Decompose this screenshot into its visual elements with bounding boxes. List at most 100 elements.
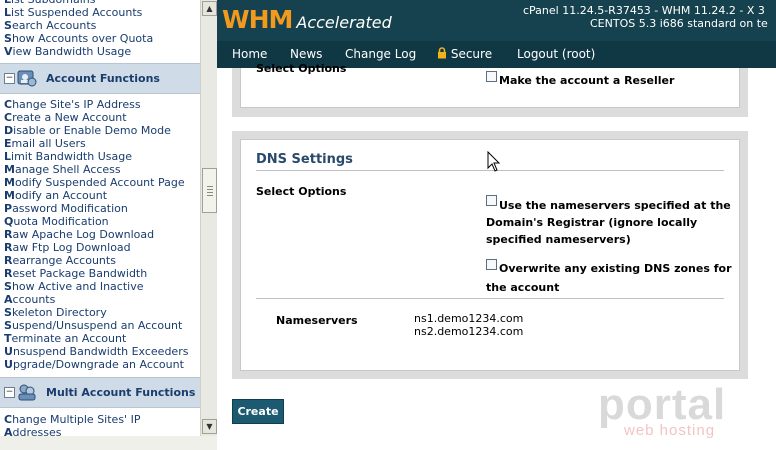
os-info: CENTOS 5.3 i686 standard on te [590,17,768,30]
account_items-link[interactable]: Limit Bandwidth Usage [0,150,200,163]
account_items-link[interactable]: Upgrade/Downgrade an Account [0,358,200,371]
dns-settings-title: DNS Settings [256,152,353,167]
link-accesskey: Q [4,215,14,228]
multi_items-link[interactable]: Change Multiple Sites' IP [0,413,200,426]
link-label: erminate an Account [11,332,127,345]
collapse-icon[interactable]: − [4,387,15,398]
account_items-link[interactable]: Email all Users [0,137,200,150]
account_items-link[interactable]: Unsuspend Bandwidth Exceeders [0,345,200,358]
nav-home[interactable]: Home [232,47,267,61]
link-accesskey: M [4,176,15,189]
whm-logo: WHM Accelerated [222,5,392,34]
mouse-cursor-icon [487,151,501,172]
nav-changelog[interactable]: Change Log [345,47,416,61]
nameservers-divider [256,298,724,299]
option1-line2: Domain's Registrar (ignore locally [486,216,698,229]
multi-account-functions-header[interactable]: − Multi Account Functions [0,377,200,408]
multi-account-functions-icon [18,384,36,401]
account_items-link[interactable]: Change Site's IP Address [0,98,200,111]
account_items-link[interactable]: Raw Apache Log Download [0,228,200,241]
link-label: aw Ftp Log Download [12,241,131,254]
sidebar: List SubdomainsList Suspended AccountsSe… [0,0,200,436]
version-info: cPanel 11.24.5-R37453 - WHM 11.24.2 - X … [523,4,765,17]
collapse-icon[interactable]: − [4,73,15,84]
multi-account-functions-title: Multi Account Functions [46,386,196,399]
option2-line2: the account [486,281,560,294]
link-label: assword Modification [12,202,128,215]
link-label: anage Shell Access [14,163,121,176]
account_items-link[interactable]: Rearrange Accounts [0,254,200,267]
scroll-up-icon[interactable]: ▲ [202,1,217,16]
link-accesskey: S [4,306,12,319]
account_items-link[interactable]: Show Active and Inactive [0,280,200,293]
nameservers-label: Nameservers [276,314,358,327]
link-label: ddresses [12,426,62,436]
link-accesskey: S [4,32,12,45]
account_items-link[interactable]: Quota Modification [0,215,200,228]
link-label: reate a New Account [12,111,127,124]
account_items-link[interactable]: Reset Package Bandwidth [0,267,200,280]
link-label: odify Suspended Account Page [14,176,185,189]
account_items-link[interactable]: Terminate an Account [0,332,200,345]
account_items-link[interactable]: Raw Ftp Log Download [0,241,200,254]
create-button[interactable]: Create [232,399,284,424]
account_items-link[interactable]: Accounts [0,293,200,306]
account_items-link[interactable]: Modify Suspended Account Page [0,176,200,189]
link-label: iew Bandwidth Usage [12,45,132,58]
link-accesskey: S [4,280,12,293]
dns-select-options-label: Select Options [256,185,347,198]
link-label: uspend/Unsuspend an Account [11,319,183,332]
account_items-link[interactable]: Modify an Account [0,189,200,202]
account_items-link[interactable]: Skeleton Directory [0,306,200,319]
link-accesskey: E [4,137,12,150]
link-accesskey: A [4,426,13,436]
link-label: nsuspend Bandwidth Exceeders [12,345,189,358]
option1-line3: specified nameservers) [486,233,631,246]
link-accesskey: S [4,319,12,332]
account-functions-title: Account Functions [46,72,160,85]
link-accesskey: C [4,111,13,124]
link-accesskey: L [4,6,12,19]
sidebar-scrollbar[interactable]: ▲ ▼ [200,0,217,436]
account_items-link[interactable]: Create a New Account [0,111,200,124]
multi_items-link[interactable]: Addresses [0,426,200,436]
top_items-link[interactable]: View Bandwidth Usage [0,45,200,58]
nav-secure[interactable]: Secure [437,47,492,61]
nav-news[interactable]: News [290,47,322,61]
top_items-link[interactable]: Search Accounts [0,19,200,32]
link-label: aw Apache Log Download [12,228,155,241]
link-label: odify an Account [14,189,108,202]
link-label: eset Package Bandwidth [12,267,148,280]
nav-logout[interactable]: Logout (root) [517,47,595,61]
account_items-link[interactable]: Manage Shell Access [0,163,200,176]
reseller-checkbox[interactable] [486,71,497,82]
account_items-link[interactable]: Disable or Enable Demo Mode [0,124,200,137]
link-label: hange Site's IP Address [12,98,141,111]
use-registrar-nameservers-checkbox[interactable] [486,195,497,206]
top_items-link[interactable]: List Suspended Accounts [0,6,200,19]
link-accesskey: A [4,293,13,306]
sidebar-top-list: List SubdomainsList Suspended AccountsSe… [0,0,200,58]
account_items-link[interactable]: Suspend/Unsuspend an Account [0,319,200,332]
account_items-link[interactable]: Password Modification [0,202,200,215]
scrollbar-thumb[interactable] [202,168,217,213]
account-functions-icon [17,70,37,87]
reseller-panel: Select Options Make the account a Resell… [232,62,748,117]
top_items-link[interactable]: Show Accounts over Quota [0,32,200,45]
option2-line1: Overwrite any existing DNS zones for [499,262,732,275]
overwrite-dns-zones-checkbox[interactable] [486,259,497,270]
scroll-down-icon[interactable]: ▼ [202,419,217,434]
link-accesskey: M [4,163,15,176]
reseller-panel-inner: Select Options Make the account a Resell… [240,62,740,108]
logo-accelerated-text: Accelerated [296,13,392,32]
account-functions-list: Change Site's IP Address Create a New Acc… [0,98,200,371]
link-accesskey: U [4,345,13,358]
lock-icon [438,47,446,59]
link-label: isable or Enable Demo Mode [13,124,171,137]
link-accesskey: T [4,332,12,345]
reseller-select-options-label: Select Options [256,62,347,75]
link-accesskey: C [4,98,13,111]
nameserver-1: ns1.demo1234.com [414,312,524,325]
link-accesskey: D [4,124,14,137]
account-functions-header[interactable]: − Account Functions [0,63,200,94]
